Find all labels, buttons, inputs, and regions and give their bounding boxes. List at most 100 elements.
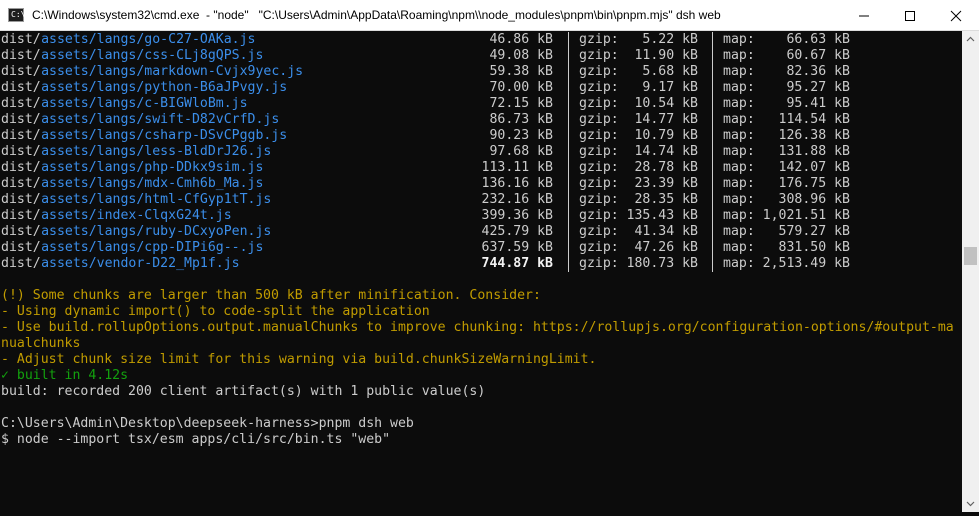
build-output-row: dist/assets/vendor-D22_Mp1f.js 744.87 kB g… (1, 256, 961, 272)
built-line: ✓ built in 4.12s (1, 368, 128, 384)
warning-text: - Using dynamic import() to code-split t… (1, 304, 430, 319)
asset-dir: dist/ (1, 176, 41, 191)
prompt-text: C:\Users\Admin\Desktop\deepseek-harness>… (1, 416, 414, 431)
gzip-size: 5.68 kB (642, 64, 698, 79)
gzip-size: 9.17 kB (642, 80, 698, 95)
gzip-label: gzip: (579, 144, 619, 159)
column-separator (712, 112, 713, 128)
app-icon-label: C:\ (11, 10, 26, 19)
column-separator (712, 256, 713, 272)
build-output-row: dist/assets/langs/html-CfGyp1tT.js 232.16… (1, 192, 961, 208)
asset-dir: dist/ (1, 112, 41, 127)
column-separator (712, 144, 713, 160)
map-label: map: (723, 176, 755, 191)
close-icon (950, 10, 962, 22)
column-separator (712, 224, 713, 240)
column-separator (712, 192, 713, 208)
scroll-up-button[interactable] (962, 31, 979, 48)
asset-size: 70.00 kB (489, 80, 553, 95)
asset-dir: dist/ (1, 192, 41, 207)
asset-dir: dist/ (1, 48, 41, 63)
map-label: map: (723, 80, 755, 95)
gzip-size: 5.22 kB (642, 32, 698, 47)
map-size: 82.36 kB (786, 64, 850, 79)
build-output-row: dist/assets/langs/php-DDkx9sim.js 113.11 … (1, 160, 961, 176)
gzip-size: 180.73 kB (626, 256, 698, 271)
map-label: map: (723, 144, 755, 159)
map-size: 176.75 kB (778, 176, 850, 191)
minimize-button[interactable] (841, 0, 887, 31)
gzip-size: 28.35 kB (634, 192, 698, 207)
asset-file-name: assets/langs/swift-D82vCrfD.js (41, 112, 280, 127)
warning-line: - Adjust chunk size limit for this warni… (1, 352, 596, 368)
gzip-label: gzip: (579, 48, 619, 63)
vertical-scrollbar[interactable] (962, 31, 979, 512)
column-separator (568, 256, 569, 272)
map-size: 66.63 kB (786, 32, 850, 47)
gzip-label: gzip: (579, 96, 619, 111)
gzip-label: gzip: (579, 80, 619, 95)
scroll-down-button[interactable] (962, 495, 979, 512)
build-output-row: dist/assets/langs/swift-D82vCrfD.js 86.73… (1, 112, 961, 128)
maximize-button[interactable] (887, 0, 933, 31)
command-text: $ node --import tsx/esm apps/cli/src/bin… (1, 432, 391, 447)
asset-size: 49.08 kB (489, 48, 553, 63)
scroll-thumb[interactable] (964, 247, 977, 265)
gzip-label: gzip: (579, 256, 619, 271)
asset-file-name: assets/langs/c-BIGWloBm.js (41, 96, 248, 111)
map-size: 1,021.51 kB (762, 208, 850, 223)
asset-dir: dist/ (1, 224, 41, 239)
asset-file-name: assets/langs/python-B6aJPvgy.js (41, 80, 288, 95)
warning-text: (!) Some chunks are larger than 500 kB a… (1, 288, 541, 303)
map-label: map: (723, 128, 755, 143)
map-size: 2,513.49 kB (762, 256, 850, 271)
map-size: 95.41 kB (786, 96, 850, 111)
gzip-label: gzip: (579, 224, 619, 239)
built-text: built in 4.12s (8, 368, 129, 383)
asset-dir: dist/ (1, 64, 41, 79)
column-separator (712, 80, 713, 96)
window-title: C:\Windows\system32\cmd.exe - "node" "C:… (32, 8, 721, 22)
column-separator (712, 128, 713, 144)
asset-size: 59.38 kB (489, 64, 553, 79)
asset-size: 113.11 kB (481, 160, 553, 175)
maximize-icon (905, 11, 915, 21)
map-size: 308.96 kB (778, 192, 850, 207)
asset-file-name: assets/langs/php-DDkx9sim.js (41, 160, 264, 175)
asset-size: 90.23 kB (489, 128, 553, 143)
asset-size: 637.59 kB (481, 240, 553, 255)
build-output-row: dist/assets/langs/go-C27-OAKa.js 46.86 kB… (1, 32, 961, 48)
gzip-size: 23.39 kB (634, 176, 698, 191)
warning-line: nualchunks (1, 336, 80, 352)
cmd-app-icon[interactable]: C:\ (8, 8, 26, 22)
build-output-row: dist/assets/langs/markdown-Cvjx9yec.js 59… (1, 64, 961, 80)
build-output-row: dist/assets/langs/mdx-Cmh6b_Ma.js 136.16 … (1, 176, 961, 192)
gzip-label: gzip: (579, 64, 619, 79)
column-separator (568, 112, 569, 128)
map-size: 95.27 kB (786, 80, 850, 95)
map-label: map: (723, 112, 755, 127)
map-label: map: (723, 224, 755, 239)
asset-file-name: assets/vendor-D22_Mp1f.js (41, 256, 240, 271)
prompt-line: C:\Users\Admin\Desktop\deepseek-harness>… (1, 416, 414, 432)
console-output[interactable]: (!) Some chunks are larger than 500 kB a… (0, 31, 962, 512)
gzip-size: 10.54 kB (634, 96, 698, 111)
gzip-label: gzip: (579, 240, 619, 255)
column-separator (568, 128, 569, 144)
gzip-size: 28.78 kB (634, 160, 698, 175)
title-bar[interactable]: C:\ C:\Windows\system32\cmd.exe - "node"… (0, 0, 979, 31)
recorded-line: build: recorded 200 client artifact(s) w… (1, 384, 485, 400)
close-button[interactable] (933, 0, 979, 31)
gzip-size: 135.43 kB (626, 208, 698, 223)
column-separator (712, 176, 713, 192)
column-separator (568, 208, 569, 224)
build-output-row: dist/assets/langs/csharp-DSvCPggb.js 90.2… (1, 128, 961, 144)
asset-size: 97.68 kB (489, 144, 553, 159)
gzip-label: gzip: (579, 112, 619, 127)
asset-size: 399.36 kB (481, 208, 553, 223)
gzip-label: gzip: (579, 192, 619, 207)
asset-file-name: assets/langs/markdown-Cvjx9yec.js (41, 64, 304, 79)
gzip-label: gzip: (579, 208, 619, 223)
gzip-size: 47.26 kB (634, 240, 698, 255)
gzip-size: 11.90 kB (634, 48, 698, 63)
